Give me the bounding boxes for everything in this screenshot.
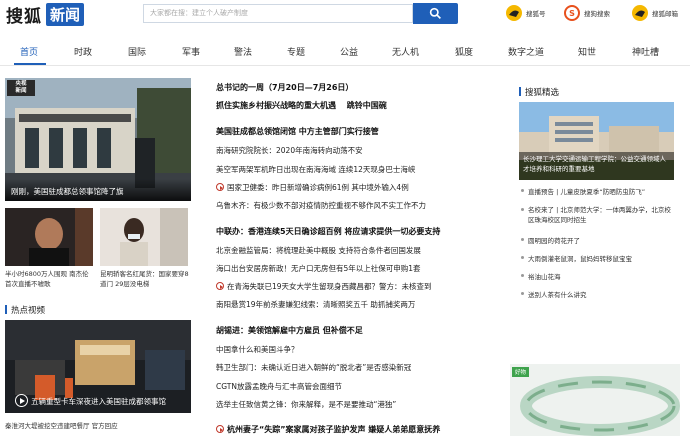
headline-15[interactable]: 韩卫生部门：未确认近日进入朝鲜的“脱北者”是否感染新冠 <box>216 362 411 373</box>
hero-caption[interactable]: 刚刚，美国驻成都总领事馆降了旗 <box>5 179 191 201</box>
sohu-mail-label: 搜狐邮箱 <box>652 10 678 18</box>
picks-item-4[interactable]: 大雨倒灌老鼠洞，鼠妈妈转移鼠宝宝 <box>521 253 632 263</box>
thumb-photo-1 <box>5 208 93 266</box>
headline-17[interactable]: 选举主任致信黄之锋：你来解释，是不是要推动“港独” <box>216 399 396 410</box>
nav-item-tucao[interactable]: 神吐槽 <box>632 45 659 58</box>
nav-item-charity[interactable]: 公益 <box>340 45 358 58</box>
headline-4[interactable]: 南海研究院院长：2020年南海转向动荡不安 <box>216 145 363 156</box>
video-icon <box>216 282 224 290</box>
headline-5[interactable]: 美空军两架军机昨日出现在南海海域 连续12天现身巴士海峡 <box>216 164 415 175</box>
sogou-search-link[interactable]: S 搜狗搜索 <box>564 4 610 22</box>
picks-hero-caption[interactable]: 长沙理工大学交通运输工程学院：公益交通领域人才培养和科研的重要基地 <box>523 154 671 174</box>
search-button[interactable] <box>413 3 458 24</box>
hot-video-section-title: 热点视频 <box>5 304 45 316</box>
nav-item-drone[interactable]: 无人机 <box>392 45 419 58</box>
search-icon <box>429 7 441 19</box>
headline-11-text: 在青海失联已19天女大学生留现身西藏昌都？警方：未核查到 <box>227 282 432 291</box>
headline-14[interactable]: 中国拿什么和美国斗争？ <box>216 344 299 355</box>
headline-18[interactable]: 杭州妻子“失踪”案家属对孩子监护发声 嫌疑人弟弟愿意抚养 <box>216 424 440 435</box>
headline-16[interactable]: CGTN放露孟晚舟与汇丰高管会面细节 <box>216 381 342 392</box>
logo-text: 搜狐 <box>6 6 42 27</box>
thumb-caption-1[interactable]: 半小时6800万人围观 南杰伦首次直播不嘘歌 <box>5 269 95 289</box>
nav-item-zhishi[interactable]: 知世 <box>578 45 596 58</box>
nav-item-hudu[interactable]: 狐度 <box>455 45 473 58</box>
ad-jade-bracelet-image <box>510 364 680 436</box>
video-icon <box>216 425 224 433</box>
headline-18-text: 杭州妻子“失踪”案家属对孩子监护发声 嫌疑人弟弟愿意抚养 <box>227 425 441 434</box>
main-nav: 首页 时政 国际 军事 警法 专题 公益 无人机 狐度 数字之道 知世 神吐槽 <box>0 38 690 66</box>
play-icon[interactable] <box>15 394 28 407</box>
picks-item-1[interactable]: 直播预告 | 儿童皮肤夏季“防晒防虫防飞” <box>521 186 645 196</box>
video-icon <box>216 183 224 191</box>
sohu-hao-link[interactable]: 搜狐号 <box>506 4 546 22</box>
sohu-mail-link[interactable]: 搜狐邮箱 <box>632 4 678 22</box>
header: 搜狐 新闻 大家都在搜：建立个人破产制度 搜狐号 S 搜狗搜索 搜狐邮箱 <box>0 0 690 30</box>
headline-6[interactable]: 国家卫健委：昨日新增确诊病例61例 其中境外输入4例 <box>216 182 409 193</box>
nav-item-special[interactable]: 专题 <box>287 45 305 58</box>
nav-item-digital[interactable]: 数字之道 <box>508 45 544 58</box>
thumb-caption-2[interactable]: 昆明轿客名红尾货：国家要穿8道门 29层没电梯 <box>100 269 190 289</box>
headline-6-text: 国家卫健委：昨日新增确诊病例61例 其中境外输入4例 <box>227 183 409 192</box>
headline-2[interactable]: 抓住实施乡村振兴战略的重大机遇 跳铃中国碗 <box>216 100 387 111</box>
sohu-mail-icon <box>632 5 648 21</box>
headline-8[interactable]: 中联办：香港连续5天日确诊超百例 将应请求提供一切必要支持 <box>216 226 440 237</box>
sohu-hao-icon <box>506 5 522 21</box>
nav-active-indicator <box>14 63 46 65</box>
search-input[interactable]: 大家都在搜：建立个人破产制度 <box>143 4 413 23</box>
sohu-hao-label: 搜狐号 <box>526 10 546 18</box>
thumb-image-2[interactable] <box>100 208 188 266</box>
logo-news-badge: 新闻 <box>46 2 85 26</box>
picks-item-3[interactable]: 圆明园的荷花开了 <box>521 235 580 245</box>
sogou-search-icon: S <box>564 5 580 21</box>
bottom-left-headline[interactable]: 秦淮河大堤被挖空违建吧餐厅 官方回应 <box>5 420 118 430</box>
sohu-news-logo[interactable]: 搜狐 新闻 <box>6 2 85 27</box>
thumb-photo-2 <box>100 208 188 266</box>
nav-item-home[interactable]: 首页 <box>20 45 38 58</box>
picks-hero-image[interactable]: 长沙理工大学交通运输工程学院：公益交通领域人才培养和科研的重要基地 <box>519 102 674 180</box>
picks-item-2[interactable]: 名校来了 | 北京师范大学：一体两翼办学，北京校区珠海校区同时招生 <box>521 205 671 225</box>
headline-7[interactable]: 乌鲁木齐：有极少数不部对疫情防控重视不够作风不实工作不力 <box>216 200 426 211</box>
headline-10[interactable]: 海口出台安居房新政！无户口无房但有5年以上社保可申购1套 <box>216 263 421 274</box>
hot-video[interactable]: 五辆重型卡车深夜进入美国驻成都领事馆 <box>5 320 191 413</box>
sogou-search-label: 搜狗搜索 <box>584 10 610 18</box>
picks-item-6[interactable]: 送别人茶有什么讲究 <box>521 289 587 299</box>
headline-12[interactable]: 南阳悬赏19年前杀妻嫌犯线索：清晰照奖五千 助抓捕奖两万 <box>216 299 415 310</box>
sohu-picks-title: 搜狐精选 <box>519 86 559 98</box>
video-caption[interactable]: 五辆重型卡车深夜进入美国驻成都领事馆 <box>31 396 166 407</box>
headline-11[interactable]: 在青海失联已19天女大学生留现身西藏昌都？警方：未核查到 <box>216 281 432 292</box>
headline-3[interactable]: 美国驻成都总领馆闭馆 中方主管部门实行接管 <box>216 126 379 137</box>
headline-9[interactable]: 北京金融监管局：将梳理赴美中概股 支持符合条件者回国发展 <box>216 245 421 256</box>
ad-tag: 好物 <box>512 367 530 377</box>
nav-item-international[interactable]: 国际 <box>128 45 146 58</box>
nav-item-politics[interactable]: 时政 <box>74 45 92 58</box>
picks-item-5[interactable]: 裕油山花海 <box>521 271 561 281</box>
ad-banner[interactable]: 好物 <box>510 364 680 436</box>
nav-item-police[interactable]: 警法 <box>234 45 252 58</box>
thumb-image-1[interactable] <box>5 208 93 266</box>
nav-item-military[interactable]: 军事 <box>182 45 200 58</box>
cctv-news-badge: 央视 新闻 <box>7 80 35 96</box>
headline-1[interactable]: 总书记的一周（7月20日—7月26日） <box>216 82 353 93</box>
headline-13[interactable]: 胡锡进：美领馆解雇中方雇员 但补偿不足 <box>216 325 363 336</box>
